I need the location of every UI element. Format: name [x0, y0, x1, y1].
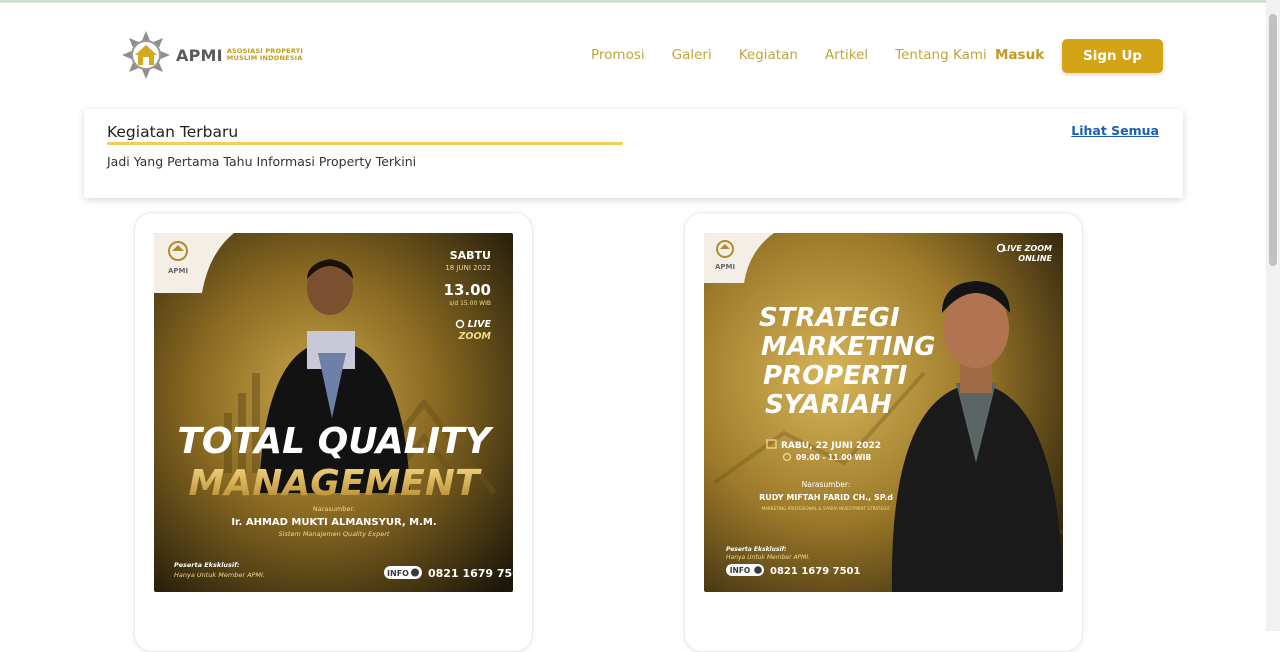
poster2-title-4: SYARIAH	[765, 390, 892, 420]
event-card-1[interactable]: APMI SABTU 18 JUNI 2022 13.00 s/d 15.00 …	[134, 212, 533, 652]
nav-artikel[interactable]: Artikel	[825, 47, 868, 63]
poster-phone: 0821 1679 7501	[428, 567, 513, 580]
poster-title-2: MANAGEMENT	[189, 463, 482, 504]
poster-speaker-label: Narasumber:	[313, 505, 355, 513]
poster-day: SABTU	[450, 249, 491, 262]
poster2-title-3: PROPERTI	[763, 361, 908, 391]
scrollbar-thumb[interactable]	[1269, 14, 1277, 266]
poster2-mode-2: ONLINE	[1018, 254, 1052, 263]
poster2-time: 09.00 - 11.00 WIB	[796, 453, 871, 462]
poster-exclusive-1: Peserta Eksklusif:	[174, 561, 240, 569]
nav-galeri[interactable]: Galeri	[672, 47, 712, 63]
brand-abbr: APMI	[176, 45, 223, 65]
poster-logo-text: APMI	[168, 267, 188, 275]
poster-speaker: Ir. AHMAD MUKTI ALMANSYUR, M.M.	[231, 517, 436, 528]
poster2-title-2: MARKETING	[761, 332, 935, 362]
poster2-speaker-label: Narasumber:	[802, 480, 851, 489]
event-poster-1[interactable]: APMI SABTU 18 JUNI 2022 13.00 s/d 15.00 …	[154, 233, 513, 592]
poster-date: 18 JUNI 2022	[445, 264, 491, 272]
section-title-underline	[107, 142, 623, 145]
poster-exclusive-2: Hanya Untuk Member APMI.	[174, 571, 265, 579]
poster-time: 13.00	[444, 281, 491, 299]
login-link[interactable]: Masuk	[995, 47, 1044, 63]
latest-events-section: Kegiatan Terbaru Jadi Yang Pertama Tahu …	[84, 109, 1183, 198]
poster-mode-1: LIVE	[468, 319, 492, 330]
poster2-speaker: RUDY MIFTAH FARID CH., SP.d	[759, 493, 893, 502]
nav-kegiatan[interactable]: Kegiatan	[739, 47, 798, 63]
poster-mode-2: ZOOM	[458, 331, 492, 342]
nav-tentang-kami[interactable]: Tentang Kami	[895, 47, 987, 63]
site-header: APMI ASOSIASI PROPERTI MUSLIM INDONESIA …	[0, 3, 1266, 103]
brand-logo[interactable]: APMI ASOSIASI PROPERTI MUSLIM INDONESIA	[122, 29, 303, 81]
poster-title-1: TOTAL QUALITY	[177, 421, 494, 462]
poster2-exclusive-2: Hanya Untuk Member APMI.	[726, 554, 810, 561]
poster2-date: RABU, 22 JUNI 2022	[781, 441, 881, 451]
brand-full-line2: MUSLIM INDONESIA	[226, 54, 303, 62]
page-scrollbar[interactable]	[1266, 0, 1280, 631]
section-title: Kegiatan Terbaru	[107, 123, 239, 141]
poster2-phone: 0821 1679 7501	[770, 566, 861, 577]
see-all-link[interactable]: Lihat Semua	[1071, 123, 1159, 138]
section-subtitle: Jadi Yang Pertama Tahu Informasi Propert…	[107, 154, 417, 169]
poster2-mode-1: LIVE ZOOM	[1002, 244, 1052, 253]
poster-logo-text-2: APMI	[715, 263, 735, 271]
event-poster-2[interactable]: APMI LIVE ZOOM ONLINE STRATEGI MARKETING…	[704, 233, 1063, 592]
brand-full-name: ASOSIASI PROPERTI MUSLIM INDONESIA	[227, 48, 303, 62]
main-nav: Promosi Galeri Kegiatan Artikel Tentang …	[591, 47, 1014, 63]
poster-speaker-role: Sistem Manajemen Quality Expert	[279, 530, 390, 538]
poster-info-label: INFO	[387, 569, 409, 578]
signup-button[interactable]: Sign Up	[1062, 39, 1163, 73]
poster2-title-1: STRATEGI	[759, 303, 900, 333]
event-card-2[interactable]: APMI LIVE ZOOM ONLINE STRATEGI MARKETING…	[684, 212, 1083, 652]
apmi-logo-icon	[122, 31, 170, 79]
nav-promosi[interactable]: Promosi	[591, 47, 645, 63]
poster2-info-label: INFO	[730, 566, 751, 575]
poster-time-end: s/d 15.00 WIB	[449, 300, 491, 307]
poster2-exclusive-1: Peserta Eksklusif:	[726, 546, 787, 553]
poster2-speaker-role: MARKETING PROFESIONAL & SYARIA INVESTMEN…	[761, 506, 890, 511]
